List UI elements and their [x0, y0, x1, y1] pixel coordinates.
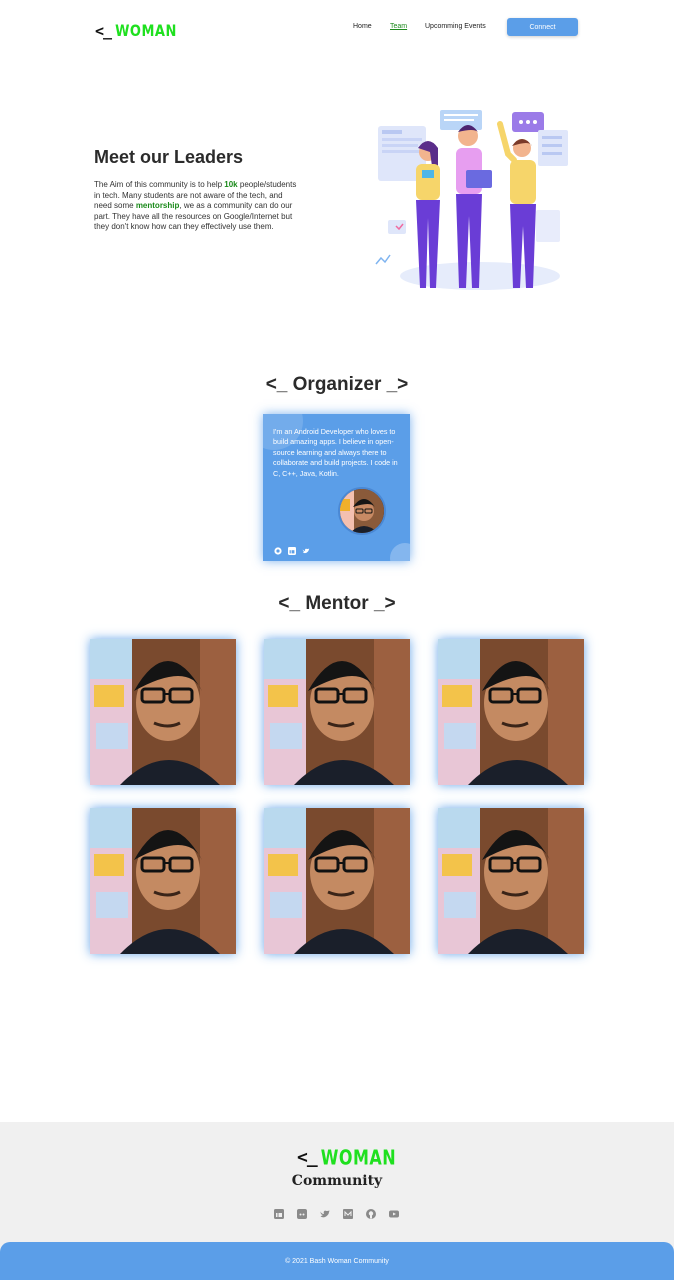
- logo-bracket: <_: [297, 1147, 318, 1168]
- hero-highlight-10k: 10k: [224, 180, 238, 189]
- hero-text-part: The Aim of this community is to help: [94, 180, 225, 189]
- logo-word: WOMAN: [115, 21, 177, 41]
- hero-description: The Aim of this community is to help 10k…: [94, 180, 302, 233]
- team-illustration: [375, 110, 568, 290]
- logo-word: WOMAN: [320, 1145, 397, 1170]
- hero-highlight-mentorship: mentorship: [135, 201, 180, 210]
- brand-logo[interactable]: <_ WOMAN: [95, 21, 177, 41]
- organizer-socials: [274, 542, 310, 555]
- mentor-photo: [264, 639, 410, 785]
- page-title: Meet our Leaders: [94, 147, 244, 167]
- medium-icon[interactable]: [343, 1206, 353, 1219]
- organizer-bio: I'm an Android Developer who loves to bu…: [273, 427, 398, 478]
- mentor-card[interactable]: [90, 639, 236, 785]
- mentor-card[interactable]: [90, 808, 236, 954]
- twitter-icon[interactable]: [302, 542, 310, 554]
- nav-team-link[interactable]: Team: [390, 23, 407, 30]
- copyright-text: © 2021 Bash Woman Community: [285, 1257, 389, 1265]
- discord-icon[interactable]: [297, 1206, 307, 1219]
- footer-community-label: Community: [291, 1173, 383, 1189]
- mentor-photo: [90, 808, 236, 954]
- card-decoration: [390, 543, 410, 561]
- mentor-card[interactable]: [438, 808, 584, 954]
- mentor-card[interactable]: [264, 808, 410, 954]
- mentor-section-title: <_ Mentor _>: [278, 593, 396, 614]
- nav-home-link[interactable]: Home: [353, 23, 372, 30]
- youtube-icon[interactable]: [389, 1206, 399, 1218]
- github-icon[interactable]: [274, 542, 282, 555]
- nav-events-link[interactable]: Upcomming Events: [425, 23, 486, 30]
- logo-bracket: <_: [95, 22, 112, 40]
- connect-button[interactable]: Connect: [507, 18, 578, 36]
- footer-social-icons: [274, 1206, 399, 1219]
- linkedin-icon[interactable]: [288, 542, 296, 555]
- organizer-card: I'm an Android Developer who loves to bu…: [263, 414, 410, 561]
- mentor-photo: [264, 808, 410, 954]
- organizer-avatar: [338, 487, 386, 535]
- organizer-section-title: <_ Organizer _>: [265, 374, 409, 395]
- copyright-bar: © 2021 Bash Woman Community: [0, 1242, 674, 1280]
- twitter-icon[interactable]: [320, 1206, 330, 1218]
- mentor-photo: [90, 639, 236, 785]
- footer-logo[interactable]: <_ WOMAN: [297, 1145, 397, 1170]
- mentor-photo: [438, 808, 584, 954]
- linkedin-icon[interactable]: [274, 1206, 284, 1219]
- github-icon[interactable]: [366, 1206, 376, 1219]
- mentor-photo: [438, 639, 584, 785]
- mentor-card[interactable]: [264, 639, 410, 785]
- mentor-card[interactable]: [438, 639, 584, 785]
